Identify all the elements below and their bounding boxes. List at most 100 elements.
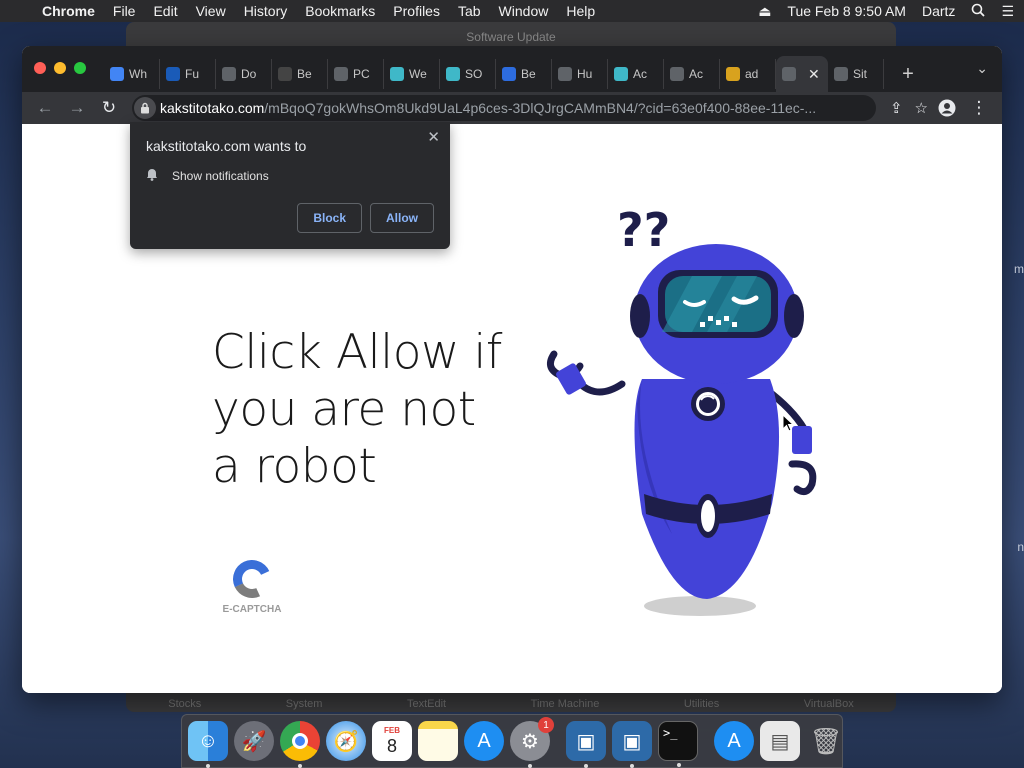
s-icon	[446, 67, 460, 81]
eject-icon[interactable]: ⏏	[758, 3, 771, 20]
calendar-month: FEB	[384, 726, 400, 735]
window-controls	[34, 62, 86, 74]
globe-icon	[670, 67, 684, 81]
allow-button[interactable]: Allow	[370, 203, 434, 233]
globe-icon	[782, 67, 796, 81]
file-icon[interactable]: ▤	[760, 721, 800, 761]
spotlight-search-icon[interactable]	[971, 3, 986, 20]
browser-tab[interactable]: ✕	[776, 56, 828, 92]
virtualbox-icon[interactable]: ▣	[612, 721, 652, 768]
bell-icon	[146, 168, 160, 184]
virtualbox-icon[interactable]: ▣	[566, 721, 606, 768]
lock-icon[interactable]	[134, 97, 156, 119]
bolt-icon	[502, 67, 516, 81]
dock: ☺ 🚀 🧭 FEB 8 A ⚙ 1 ▣ ▣ >_ A ▤ 🗑	[181, 714, 843, 768]
background-side-label: m	[1014, 262, 1024, 276]
notes-icon[interactable]	[418, 721, 458, 761]
tab-label: Hu	[577, 67, 593, 81]
finder-icon[interactable]: ☺	[188, 721, 228, 768]
tab-label: PC	[353, 67, 370, 81]
chrome-window: Wh Fu Do Be PC We SO Be Hu Ac Ac ad ✕ Sit + ⌄ ← → ↻ ka…	[22, 46, 1002, 693]
bee-icon	[726, 67, 740, 81]
address-bar-actions: ⇪ ☆	[890, 99, 928, 117]
app-store-icon[interactable]: A	[714, 721, 754, 761]
menu-window[interactable]: Window	[499, 3, 549, 19]
zoom-window-button[interactable]	[74, 62, 86, 74]
safari-icon[interactable]: 🧭	[326, 721, 366, 761]
app-store-icon[interactable]: A	[464, 721, 504, 761]
browser-tab[interactable]: Wh	[104, 59, 160, 89]
calendar-day: 8	[386, 736, 397, 756]
menu-history[interactable]: History	[244, 3, 288, 19]
globe-icon	[222, 67, 236, 81]
control-center-icon[interactable]: ☰	[1001, 3, 1014, 20]
browser-tab[interactable]: Do	[216, 59, 272, 89]
status-area: ⏏ Tue Feb 8 9:50 AM Dartz ☰	[758, 3, 1014, 20]
chrome-icon	[110, 67, 124, 81]
permission-row: Show notifications	[146, 168, 434, 184]
forward-button[interactable]: →	[64, 95, 90, 121]
browser-tab[interactable]: Ac	[664, 59, 720, 89]
menu-edit[interactable]: Edit	[153, 3, 177, 19]
close-icon[interactable]: ✕	[427, 128, 440, 146]
browser-tab[interactable]: ad	[720, 59, 776, 89]
menu-bar: Chrome File Edit View History Bookmarks …	[0, 0, 1024, 22]
captcha-label: E-CAPTCHA	[222, 604, 282, 615]
url-host: kakstitotako.com	[160, 100, 265, 116]
terminal-icon[interactable]: >_	[658, 721, 698, 767]
address-bar[interactable]: kakstitotako.com /mBqoQ7gokWhsOm8Ukd9UaL…	[132, 95, 876, 121]
permission-prompt-title: kakstitotako.com wants to	[146, 138, 307, 154]
chrome-menu-icon[interactable]: ⋮	[966, 95, 992, 121]
browser-tab[interactable]: Be	[272, 59, 328, 89]
system-preferences-icon[interactable]: ⚙ 1	[510, 717, 554, 768]
profile-icon[interactable]	[934, 95, 960, 121]
menu-file[interactable]: File	[113, 3, 136, 19]
menu-help[interactable]: Help	[566, 3, 595, 19]
toolbar: ← → ↻ kakstitotako.com /mBqoQ7gokWhsOm8U…	[22, 92, 1002, 124]
browser-tab[interactable]: Sit	[828, 59, 884, 89]
captcha-c-icon	[227, 554, 277, 604]
browser-tab[interactable]: PC	[328, 59, 384, 89]
globe-icon	[834, 67, 848, 81]
bookmark-star-icon[interactable]: ☆	[915, 99, 928, 117]
tab-label: We	[409, 67, 427, 81]
menu-bookmarks[interactable]: Bookmarks	[305, 3, 375, 19]
background-label: TextEdit	[406, 698, 447, 710]
browser-tab[interactable]: Be	[496, 59, 552, 89]
browser-tab[interactable]: Hu	[552, 59, 608, 89]
tab-label: Ac	[689, 67, 704, 81]
block-button[interactable]: Block	[297, 203, 362, 233]
back-button[interactable]: ←	[32, 95, 58, 121]
share-icon[interactable]: ⇪	[890, 99, 903, 117]
menu-view[interactable]: View	[196, 3, 226, 19]
menu-tab[interactable]: Tab	[458, 3, 481, 19]
globe-icon	[558, 67, 572, 81]
tab-label: Do	[241, 67, 257, 81]
menu-app-name[interactable]: Chrome	[42, 3, 95, 19]
background-window-title: Software Update	[466, 30, 556, 44]
close-window-button[interactable]	[34, 62, 46, 74]
tab-label: Wh	[129, 67, 147, 81]
close-tab-icon[interactable]: ✕	[808, 66, 820, 83]
chrome-icon[interactable]	[280, 721, 320, 768]
user-name[interactable]: Dartz	[922, 3, 955, 19]
menu-profiles[interactable]: Profiles	[393, 3, 440, 19]
robot-illustration: ??	[546, 204, 817, 616]
tab-label: SO	[465, 67, 483, 81]
tab-search-icon[interactable]: ⌄	[976, 60, 988, 77]
page-headline: Click Allow if you are not a robot	[212, 325, 502, 494]
calendar-icon[interactable]: FEB 8	[372, 721, 412, 761]
browser-tab[interactable]: Fu	[160, 59, 216, 89]
browser-tab[interactable]: Ac	[608, 59, 664, 89]
new-tab-button[interactable]: +	[898, 63, 918, 86]
browser-tab[interactable]: SO	[440, 59, 496, 89]
url-path: /mBqoQ7gokWhsOm8Ukd9UaL4p6ces-3DlQJrgCAM…	[264, 100, 817, 116]
trash-icon[interactable]: 🗑	[806, 721, 846, 761]
minimize-window-button[interactable]	[54, 62, 66, 74]
browser-tab[interactable]: We	[384, 59, 440, 89]
vitw-icon	[166, 67, 180, 81]
background-label: Utilities	[683, 698, 720, 710]
launchpad-icon[interactable]: 🚀	[234, 721, 274, 761]
reload-button[interactable]: ↻	[96, 95, 122, 121]
clock[interactable]: Tue Feb 8 9:50 AM	[787, 3, 906, 19]
